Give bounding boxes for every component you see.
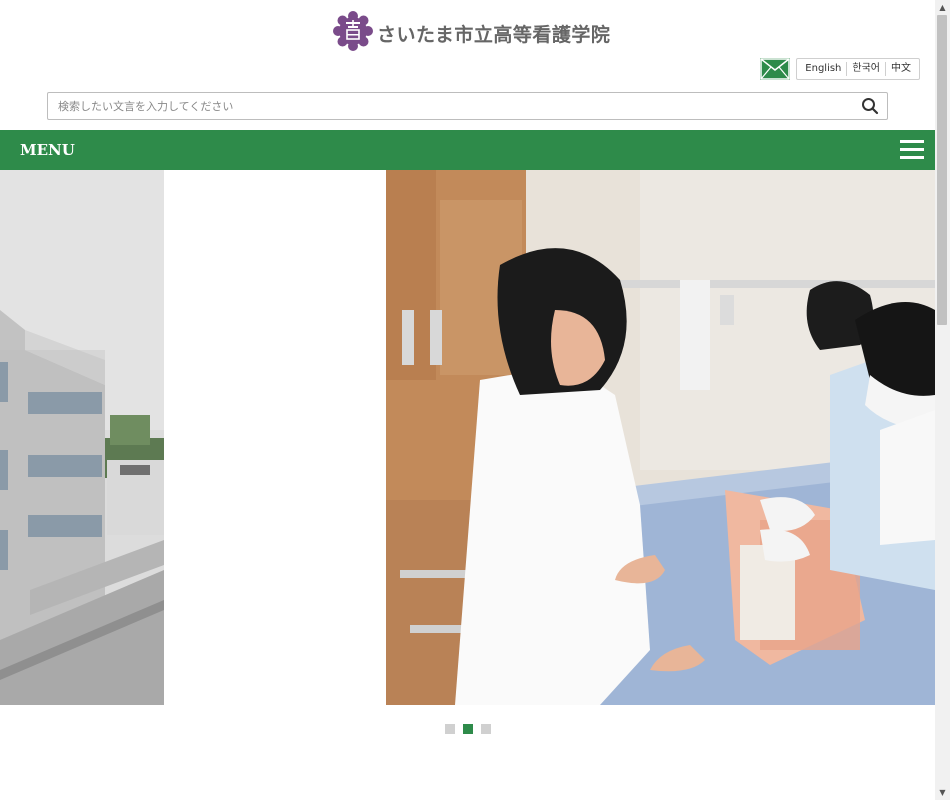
slide-building-image <box>0 170 164 705</box>
search-button[interactable] <box>861 97 879 115</box>
slider-dot-1[interactable] <box>445 724 455 734</box>
utility-bar: English 한국어 中文 <box>760 58 920 80</box>
search-input[interactable] <box>56 93 840 119</box>
search-box <box>47 92 888 120</box>
vertical-scrollbar[interactable]: ▲ ▼ <box>935 0 950 800</box>
slider-pagination <box>445 724 499 734</box>
menu-label[interactable]: MENU <box>20 141 75 159</box>
lang-korean-link[interactable]: 한국어 <box>846 62 885 76</box>
site-header: さいたま市立高等看護学院 English 한국어 中文 <box>0 0 935 130</box>
lang-english-link[interactable]: English <box>800 62 846 76</box>
mail-icon <box>760 58 791 80</box>
scroll-up-arrow-icon[interactable]: ▲ <box>938 3 947 12</box>
page: さいたま市立高等看護学院 English 한국어 中文 検索したい文言を入力して… <box>0 0 935 800</box>
scrollbar-thumb[interactable] <box>937 15 947 325</box>
lang-chinese-link[interactable]: 中文 <box>885 62 916 76</box>
site-logo-link[interactable]: さいたま市立高等看護学院 <box>333 11 610 55</box>
site-title: さいたま市立高等看護学院 <box>377 23 611 46</box>
slider-dot-2[interactable] <box>463 724 473 734</box>
mail-button[interactable] <box>760 58 791 80</box>
language-switcher: English 한국어 中文 <box>796 58 920 80</box>
scroll-down-arrow-icon[interactable]: ▼ <box>938 788 947 797</box>
hero-slider <box>0 170 935 705</box>
search-icon <box>862 98 879 115</box>
slider-dot-3[interactable] <box>481 724 491 734</box>
school-emblem-icon <box>333 11 373 55</box>
main-menu-bar: MENU <box>0 130 935 170</box>
hamburger-menu-icon[interactable] <box>900 140 924 160</box>
slide-nursing-practice-image <box>386 170 935 705</box>
